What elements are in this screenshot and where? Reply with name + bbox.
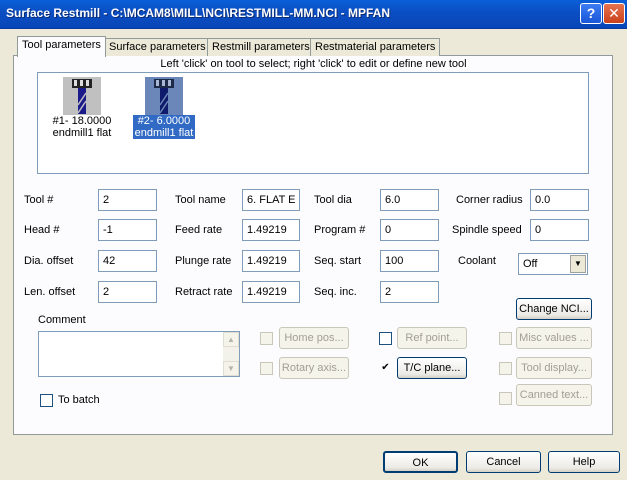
tool-2-type: endmill1 flat [133, 127, 195, 139]
head-number-field[interactable]: -1 [98, 219, 157, 241]
tool-2-size: #2- 6.0000 [133, 115, 195, 127]
help-button[interactable]: Help [548, 451, 620, 473]
program-number-label: Program # [314, 224, 366, 236]
scroll-down-icon[interactable]: ▼ [223, 361, 239, 376]
comment-label: Comment [38, 314, 86, 326]
endmill-icon [63, 77, 101, 115]
seq-inc-field[interactable]: 2 [380, 281, 439, 303]
canned-text-button[interactable]: Canned text... [516, 384, 592, 406]
retract-rate-label: Retract rate [175, 286, 233, 298]
tool-select-hint: Left 'click' on tool to select; right 'c… [160, 58, 467, 70]
rotary-axis-checkbox[interactable] [260, 362, 273, 375]
tool-item-1[interactable]: #1- 18.0000 endmill1 flat [50, 77, 114, 139]
misc-values-checkbox[interactable] [499, 332, 512, 345]
dia-offset-label: Dia. offset [24, 255, 74, 267]
seq-inc-label: Seq. inc. [314, 286, 357, 298]
title-bar: Surface Restmill - C:\MCAM8\MILL\NCI\RES… [0, 0, 627, 29]
tool-dia-field[interactable]: 6.0 [380, 189, 439, 211]
seq-start-field[interactable]: 100 [380, 250, 439, 272]
tool-list[interactable]: #1- 18.0000 endmill1 flat #2- 6.0000 end… [37, 72, 589, 174]
to-batch-checkbox[interactable] [40, 394, 53, 407]
plunge-rate-field[interactable]: 1.49219 [242, 250, 300, 272]
tab-tool-parameters[interactable]: Tool parameters [17, 36, 106, 57]
window-title: Surface Restmill - C:\MCAM8\MILL\NCI\RES… [6, 6, 390, 20]
tool-dia-label: Tool dia [314, 194, 352, 206]
spindle-speed-label: Spindle speed [452, 224, 522, 236]
cancel-button[interactable]: Cancel [466, 451, 541, 473]
retract-rate-field[interactable]: 1.49219 [242, 281, 300, 303]
plunge-rate-label: Plunge rate [175, 255, 232, 267]
scroll-up-icon[interactable]: ▲ [223, 332, 239, 347]
comment-textarea[interactable]: ▲ ▼ [38, 331, 240, 377]
corner-radius-label: Corner radius [456, 194, 523, 206]
tool-display-button[interactable]: Tool display... [516, 357, 592, 379]
program-number-field[interactable]: 0 [380, 219, 439, 241]
coolant-select[interactable]: Off ▼ [518, 253, 588, 275]
chevron-down-icon[interactable]: ▼ [570, 255, 586, 273]
tc-plane-checkbox[interactable]: ✔ [379, 362, 392, 375]
tool-display-checkbox[interactable] [499, 362, 512, 375]
home-pos-checkbox[interactable] [260, 332, 273, 345]
close-button[interactable]: ✕ [603, 3, 625, 24]
tab-surface-parameters[interactable]: Surface parameters [104, 38, 211, 56]
ref-point-button[interactable]: Ref point... [397, 327, 467, 349]
home-pos-button[interactable]: Home pos... [279, 327, 349, 349]
help-title-button[interactable]: ? [580, 3, 602, 24]
coolant-label: Coolant [458, 255, 496, 267]
feed-rate-label: Feed rate [175, 224, 223, 236]
canned-text-checkbox[interactable] [499, 392, 512, 405]
dia-offset-field[interactable]: 42 [98, 250, 157, 272]
tool-name-field[interactable]: 6. FLAT E [242, 189, 300, 211]
misc-values-button[interactable]: Misc values ... [516, 327, 592, 349]
tab-restmaterial-parameters[interactable]: Restmaterial parameters [310, 38, 441, 56]
tool-name-label: Tool name [175, 194, 226, 206]
to-batch-label: To batch [58, 394, 100, 406]
dialog-button-bar: OK Cancel Help [0, 446, 627, 480]
rotary-axis-button[interactable]: Rotary axis... [279, 357, 349, 379]
comment-scrollbar[interactable]: ▲ ▼ [223, 332, 239, 376]
ref-point-checkbox[interactable] [379, 332, 392, 345]
feed-rate-field[interactable]: 1.49219 [242, 219, 300, 241]
tool-number-label: Tool # [24, 194, 54, 206]
change-nci-button[interactable]: Change NCI... [516, 298, 592, 320]
tool-1-size: #1- 18.0000 [52, 115, 112, 127]
head-number-label: Head # [24, 224, 60, 236]
spindle-speed-field[interactable]: 0 [530, 219, 589, 241]
endmill-icon [145, 77, 183, 115]
tool-item-2[interactable]: #2- 6.0000 endmill1 flat [133, 77, 195, 139]
ok-button[interactable]: OK [383, 451, 458, 473]
tool-number-field[interactable]: 2 [98, 189, 157, 211]
tool-1-type: endmill1 flat [52, 127, 112, 139]
tc-plane-button[interactable]: T/C plane... [397, 357, 467, 379]
len-offset-field[interactable]: 2 [98, 281, 157, 303]
len-offset-label: Len. offset [24, 286, 76, 298]
coolant-value: Off [523, 258, 538, 270]
seq-start-label: Seq. start [314, 255, 362, 267]
tab-restmill-parameters[interactable]: Restmill parameters [207, 38, 315, 56]
corner-radius-field[interactable]: 0.0 [530, 189, 589, 211]
